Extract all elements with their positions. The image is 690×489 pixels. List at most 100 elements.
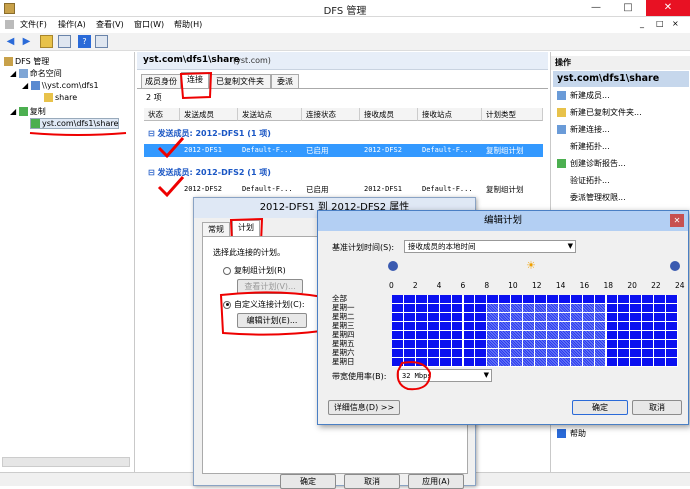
schedule-cell[interactable] [630, 358, 642, 366]
col-recv-site[interactable]: 接收站点 [418, 108, 482, 121]
schedule-cell[interactable] [546, 304, 558, 312]
schedule-cell[interactable] [403, 349, 415, 357]
table-row[interactable]: 2012-DFS2 Default-F... 已启用 2012-DFS1 Def… [144, 183, 543, 196]
schedule-cell[interactable] [594, 340, 606, 348]
actions-subheader[interactable]: yst.com\dfs1\share [553, 71, 689, 87]
col-status[interactable]: 状态 [144, 108, 180, 121]
schedule-cell[interactable] [403, 313, 415, 321]
child-restore[interactable]: □ [656, 19, 664, 28]
schedule-cell[interactable] [415, 322, 427, 330]
schedule-cell[interactable] [451, 331, 463, 339]
schedule-cell[interactable] [392, 313, 403, 321]
schedule-cell[interactable] [606, 313, 618, 321]
schedule-cell[interactable] [618, 358, 630, 366]
schedule-cell[interactable] [594, 358, 606, 366]
schedule-cell[interactable] [594, 313, 606, 321]
schedule-cell[interactable] [499, 349, 511, 357]
schedule-cell[interactable] [463, 358, 475, 366]
table-row[interactable]: 2012-DFS1 Default-F... 已启用 2012-DFS2 Def… [144, 144, 543, 157]
col-send-member[interactable]: 发送成员 [180, 108, 238, 121]
schedule-cell[interactable] [535, 313, 546, 321]
menu-window[interactable]: 窗口(W) [134, 19, 164, 30]
details-button[interactable]: 详细信息(D) >> [328, 400, 400, 415]
tree-namespaces[interactable]: ◢ 命名空间 [10, 68, 62, 79]
minimize-button[interactable]: — [582, 0, 610, 16]
schedule-cell[interactable] [606, 331, 618, 339]
schedule-cell[interactable] [582, 331, 594, 339]
schedule-cell[interactable] [642, 340, 654, 348]
schedule-cell[interactable] [451, 322, 463, 330]
schedule-cell[interactable] [475, 313, 487, 321]
action-pane-icon[interactable] [95, 35, 108, 48]
schedule-cell[interactable] [392, 304, 403, 312]
tab-replicated-folders[interactable]: 已复制文件夹 [209, 74, 271, 88]
group-header-dfs2[interactable]: ⊟ 发送成员: 2012-DFS2 (1 项) [144, 166, 543, 179]
schedule-cell[interactable] [642, 295, 654, 303]
schedule-cell[interactable] [546, 295, 558, 303]
schedule-cell[interactable] [582, 304, 594, 312]
schedule-cell[interactable] [511, 340, 523, 348]
tree-ns-share[interactable]: share [44, 93, 77, 102]
schedule-cell[interactable] [630, 331, 642, 339]
action-help[interactable]: 帮助 [557, 428, 586, 439]
schedule-cell[interactable] [630, 322, 642, 330]
props-ok-button[interactable]: 确定 [280, 474, 336, 489]
schedule-cell[interactable] [558, 349, 570, 357]
schedule-cell[interactable] [666, 304, 677, 312]
schedule-cell[interactable] [403, 295, 415, 303]
schedule-cell[interactable] [594, 322, 606, 330]
schedule-cell[interactable] [475, 331, 487, 339]
schedule-cell[interactable] [535, 331, 546, 339]
schedule-cell[interactable] [439, 340, 451, 348]
schedule-cell[interactable] [558, 295, 570, 303]
menu-file[interactable]: 文件(F) [20, 19, 47, 30]
schedule-cell[interactable] [618, 349, 630, 357]
schedule-cell[interactable] [582, 349, 594, 357]
schedule-cell[interactable] [403, 331, 415, 339]
schedule-cell[interactable] [439, 358, 451, 366]
schedule-cell[interactable] [594, 349, 606, 357]
schedule-cell[interactable] [439, 313, 451, 321]
schedule-cell[interactable] [463, 295, 475, 303]
schedule-cell[interactable] [558, 304, 570, 312]
schedule-cell[interactable] [582, 358, 594, 366]
schedule-cell[interactable] [511, 331, 523, 339]
tab-delegation[interactable]: 委派 [271, 74, 299, 88]
schedule-cell[interactable] [654, 340, 666, 348]
schedule-cell[interactable] [523, 331, 534, 339]
schedule-cell[interactable] [439, 304, 451, 312]
schedule-cell[interactable] [475, 340, 487, 348]
schedule-cell[interactable] [642, 331, 654, 339]
schedule-cell[interactable] [487, 331, 499, 339]
schedule-cell[interactable] [451, 313, 463, 321]
schedule-cell[interactable] [666, 358, 677, 366]
schedule-cell[interactable] [451, 340, 463, 348]
schedule-cell[interactable] [499, 340, 511, 348]
schedule-cell[interactable] [523, 313, 534, 321]
schedule-cell[interactable] [475, 358, 487, 366]
schedule-cell[interactable] [523, 322, 534, 330]
schedule-cell[interactable] [582, 313, 594, 321]
schedule-cell[interactable] [523, 358, 534, 366]
schedule-cell[interactable] [403, 340, 415, 348]
schedule-cell[interactable] [630, 340, 642, 348]
schedule-cell[interactable] [558, 340, 570, 348]
col-conn-state[interactable]: 连接状态 [302, 108, 360, 121]
schedule-cell[interactable] [427, 331, 439, 339]
schedule-cell[interactable] [654, 295, 666, 303]
schedule-cell[interactable] [511, 295, 523, 303]
schedule-cell[interactable] [451, 295, 463, 303]
schedule-cell[interactable] [463, 322, 475, 330]
schedule-cell[interactable] [570, 313, 582, 321]
schedule-cell[interactable] [570, 331, 582, 339]
action-delegate[interactable]: 委派管理权限... [557, 192, 626, 203]
close-button[interactable]: ✕ [646, 0, 690, 16]
schedule-cell[interactable] [642, 358, 654, 366]
schedule-cell[interactable] [535, 295, 546, 303]
schedule-cell[interactable] [546, 331, 558, 339]
schedule-cell[interactable] [666, 349, 677, 357]
schedule-cell[interactable] [463, 331, 475, 339]
schedule-cell[interactable] [403, 322, 415, 330]
schedule-cell[interactable] [535, 340, 546, 348]
schedule-cell[interactable] [570, 349, 582, 357]
